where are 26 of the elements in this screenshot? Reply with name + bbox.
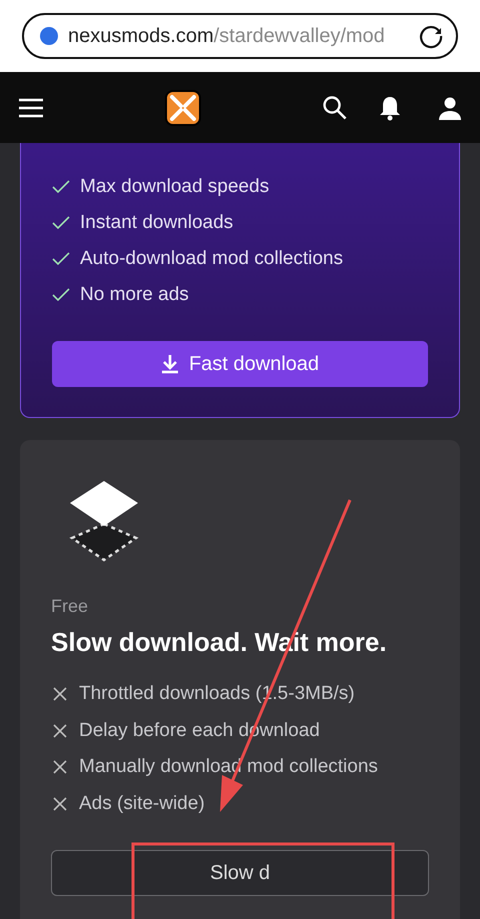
- feature-text: Auto-download mod collections: [80, 248, 343, 270]
- check-icon: [52, 216, 70, 230]
- url-text: nexusmods.com/stardewvalley/mod: [68, 24, 386, 48]
- cross-icon: [51, 724, 69, 738]
- feature-text: No more ads: [80, 284, 189, 306]
- menu-icon[interactable]: [18, 98, 44, 118]
- bell-icon[interactable]: [378, 94, 402, 120]
- slow-download-button[interactable]: Slow d: [51, 850, 429, 896]
- feature-text: Max download speeds: [80, 176, 270, 198]
- cross-icon: [51, 796, 69, 811]
- fast-download-button[interactable]: Fast download: [52, 341, 428, 387]
- user-icon[interactable]: [438, 96, 462, 120]
- check-icon: [52, 180, 70, 194]
- cross-icon: [51, 760, 69, 774]
- logo-icon[interactable]: [163, 88, 203, 128]
- cross-icon: [51, 687, 69, 702]
- search-icon[interactable]: [322, 94, 348, 120]
- feature-text: Instant downloads: [80, 212, 234, 234]
- limitation-text: Ads (site-wide): [79, 792, 205, 815]
- check-icon: [52, 252, 70, 266]
- site-icon: [40, 27, 58, 45]
- reload-icon[interactable]: [418, 23, 444, 49]
- download-icon: [160, 354, 179, 374]
- check-icon: [52, 288, 70, 302]
- address-bar[interactable]: nexusmods.com/stardewvalley/mod: [22, 13, 458, 59]
- tier-label: Free: [51, 596, 90, 617]
